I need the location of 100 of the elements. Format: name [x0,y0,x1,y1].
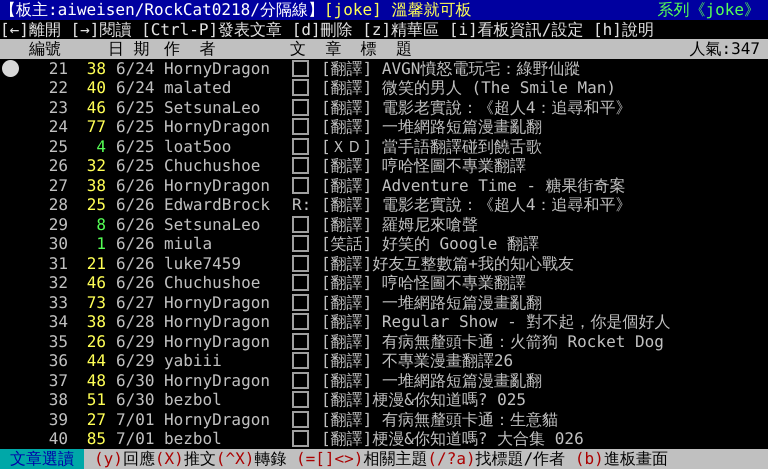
push-count: 26 [86,332,106,351]
command-hint[interactable]: (^X)轉錄 [216,448,296,468]
author-name: SetsunaLeo [164,214,260,234]
article-date: 6/24 [116,58,155,78]
author-name: malated [164,78,232,97]
author-name: EdwardBrock [164,195,270,214]
push-count: 21 [86,254,106,273]
push-count: 77 [86,117,106,136]
article-number: 34 [48,312,68,332]
article-number: 26 [48,156,68,176]
column-header: 日 期 [108,39,150,58]
article-number: 37 [48,370,68,390]
article-title[interactable]: [翻譯] 羅姆尼來嗆聲 [321,214,478,234]
push-count: 25 [86,195,106,214]
article-date: 6/24 [116,78,155,97]
push-count: 51 [86,390,106,410]
column-header: 編號 [29,39,61,58]
article-number: 39 [48,410,68,429]
article-title[interactable]: [翻譯] 一堆網路短篇漫畫亂翻 [321,370,542,390]
push-count: 44 [86,351,106,370]
article-number: 27 [48,176,68,195]
command-hint[interactable]: (X)推文 [154,448,216,468]
article-title[interactable]: [ＸＤ] 當手語翻譯碰到饒舌歌 [321,136,542,156]
command-hint[interactable]: (/?a)找標題/作者 [427,448,575,468]
article-title[interactable]: [笑話] 好笑的 Google 翻譯 [321,234,539,254]
article-date: 6/25 [116,156,155,175]
author-name: HornyDragon [164,312,270,331]
article-date: 6/29 [116,351,155,370]
mode-label: 文章選讀 [0,448,84,468]
article-title[interactable]: [翻譯] 微笑的男人 (The Smile Man) [321,78,616,98]
article-title[interactable]: [翻譯] Regular Show - 對不起，你是個好人 [321,312,670,332]
push-count: 8 [96,214,106,234]
article-date: 6/30 [116,390,155,409]
push-count: 38 [86,176,106,195]
article-title[interactable]: [翻譯] 有病無釐頭卡通：火箭狗 Rocket Dog [321,332,664,351]
push-count: 38 [86,312,106,332]
article-date: 6/25 [116,136,155,156]
help-line: [←]離開 [→]閱讀 [Ctrl-P]發表文章 [d]刪除 [z]精華區 [i]看板資訊/設定 [h]說明 [0,20,654,39]
command-hint[interactable]: (b)進板畫面 [574,448,668,468]
article-date: 6/26 [116,273,155,292]
author-name: HornyDragon [164,58,270,78]
article-title[interactable]: [翻譯]梗漫&你知道嗎? 025 [321,390,526,410]
article-number: 25 [48,136,68,156]
author-name: luke7459 [164,254,242,272]
author-name: HornyDragon [164,176,270,194]
push-count: 46 [86,273,106,292]
article-date: 7/01 [116,410,155,428]
article-date: 6/26 [116,234,155,253]
author-name: HornyDragon [164,370,270,390]
board-name: [joke] 溫馨就可板 [324,0,472,20]
command-hint[interactable]: (=[]<>)相關主題 [296,448,428,468]
article-title[interactable]: [翻譯] 哼哈怪圖不專業翻譯 [321,156,526,176]
article-date: 6/29 [116,332,155,350]
article-title[interactable]: [翻譯] Adventure Time - 糖果街奇案 [321,176,626,195]
article-date: 6/26 [116,195,155,214]
author-name: HornyDragon [164,410,270,428]
popularity-count: 人氣:347 [689,39,761,58]
article-number: 38 [48,390,68,410]
article-number: 40 [48,429,68,448]
article-number: 33 [48,292,68,312]
article-title[interactable]: [翻譯] 不專業漫畫翻譯26 [321,351,514,370]
author-name: bezbol [164,390,222,409]
push-count: 48 [86,370,106,390]
article-number: 21 [48,58,68,78]
author-name: HornyDragon [164,117,270,136]
author-name: HornyDragon [164,292,270,312]
author-name: loat5oo [164,136,232,156]
push-count: 1 [96,234,106,254]
push-count: 40 [86,78,106,98]
author-name: Chuchushoe [164,273,260,292]
article-title[interactable]: [翻譯] AVGN憤怒電玩宅：綠野仙蹤 [321,58,580,78]
article-title[interactable]: [翻譯] 哼哈怪圖不專業翻譯 [321,273,526,292]
article-title[interactable]: [翻譯]梗漫&你知道嗎? 大合集 026 [321,429,584,448]
article-title[interactable]: [翻譯]好友互整數篇+我的知心戰友 [321,254,574,273]
article-number: 31 [48,254,68,273]
column-header: 作 者 [164,39,216,58]
author-name: yabiii [164,351,222,370]
author-name: bezbol [164,429,222,448]
article-title[interactable]: [翻譯] 電影老實說：《超人4：追尋和平》 [321,98,632,117]
column-header: 文 章 標 題 [290,39,412,58]
command-hint[interactable]: (y)回應 [94,448,155,468]
article-date: 6/26 [116,176,155,194]
article-title[interactable]: [翻譯] 一堆網路短篇漫畫亂翻 [321,292,542,312]
article-title[interactable]: [翻譯] 一堆網路短篇漫畫亂翻 [321,117,542,136]
article-number: 30 [48,234,68,254]
article-title[interactable]: [翻譯] 有病無釐頭卡通：生意貓 [321,410,558,429]
article-date: 6/30 [116,370,155,390]
article-date: 6/28 [116,312,155,331]
author-name: SetsunaLeo [164,98,260,116]
push-count: 32 [86,156,106,176]
push-count: 4 [96,136,106,156]
article-number: 36 [48,351,68,370]
article-title[interactable]: [翻譯] 電影老實說：《超人4：追尋和平》 [321,195,632,214]
article-date: 6/26 [116,254,155,272]
article-number: 22 [48,78,68,98]
article-number: 32 [48,273,68,292]
article-date: 6/25 [116,98,155,116]
series-label: 系列《joke》 [657,0,761,20]
push-count: 73 [86,292,106,312]
author-name: HornyDragon [164,332,270,350]
